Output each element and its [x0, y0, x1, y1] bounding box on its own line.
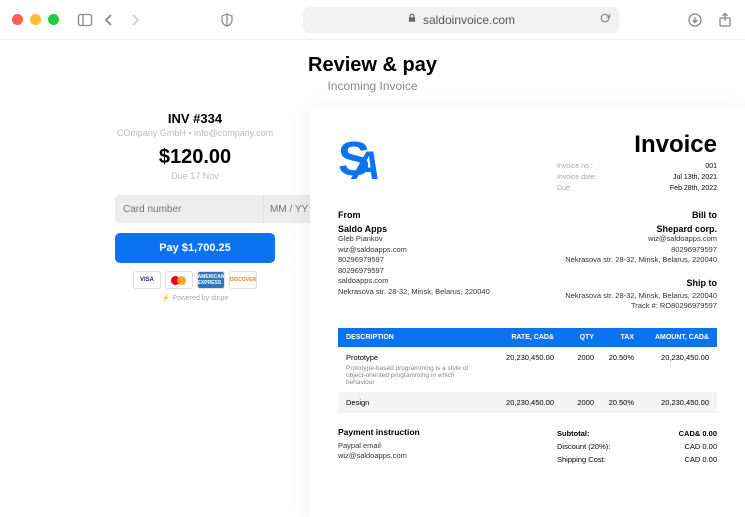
from-name: Saldo Apps [338, 224, 490, 234]
share-icon[interactable] [717, 12, 733, 28]
page-subtitle: Incoming Invoice [327, 79, 417, 93]
discover-icon: DISCOVER [229, 271, 257, 289]
visa-icon: VISA [133, 271, 161, 289]
shipto-label: Ship to [565, 278, 717, 288]
company-info: COmpany GmbH • info@company.com [117, 128, 273, 138]
payment-panel: INV #334 COmpany GmbH • info@company.com… [110, 107, 280, 517]
download-icon[interactable] [687, 12, 703, 28]
table-row: Design 20,230,450.00 2000 20.50% 20,230,… [338, 392, 717, 413]
due-date: Due 17 Nov [171, 171, 219, 181]
powered-by: ⚡ Powered by stripe [162, 294, 229, 302]
card-brands: VISA AMERICAN EXPRESS DISCOVER [133, 271, 257, 289]
window-controls [12, 14, 59, 25]
url-text: saldoinvoice.com [423, 13, 515, 27]
from-label: From [338, 210, 490, 220]
close-window[interactable] [12, 14, 23, 25]
reload-icon[interactable] [599, 12, 611, 27]
pay-button[interactable]: Pay $1,700.25 [115, 233, 275, 263]
lock-icon [407, 13, 417, 26]
page-title: Review & pay [308, 54, 437, 77]
shield-icon[interactable] [219, 12, 235, 28]
card-number-input[interactable] [115, 195, 263, 223]
invoice-heading: Invoice [557, 131, 717, 159]
payment-instruction-label: Payment instruction [338, 427, 420, 437]
minimize-window[interactable] [30, 14, 41, 25]
invoice-preview: SA Invoice Invoice no.:001 Invoice date:… [310, 107, 745, 517]
billto-label: Bill to [565, 210, 717, 220]
table-row: Prototype Prototype-based programming is… [338, 347, 717, 392]
maximize-window[interactable] [48, 14, 59, 25]
mastercard-icon [165, 271, 193, 289]
logo: SA [338, 131, 398, 187]
amex-icon: AMERICAN EXPRESS [197, 271, 225, 289]
amount: $120.00 [159, 146, 231, 169]
table-header: DESCRIPTION RATE, CAD& QTY TAX AMOUNT, C… [338, 328, 717, 347]
billto-name: Shepard corp. [565, 224, 717, 234]
titlebar: saldoinvoice.com [0, 0, 745, 40]
sidebar-icon[interactable] [77, 12, 93, 28]
back-button[interactable] [101, 12, 117, 28]
forward-button[interactable] [127, 12, 143, 28]
invoice-number: INV #334 [168, 111, 222, 126]
url-bar[interactable]: saldoinvoice.com [303, 7, 619, 33]
